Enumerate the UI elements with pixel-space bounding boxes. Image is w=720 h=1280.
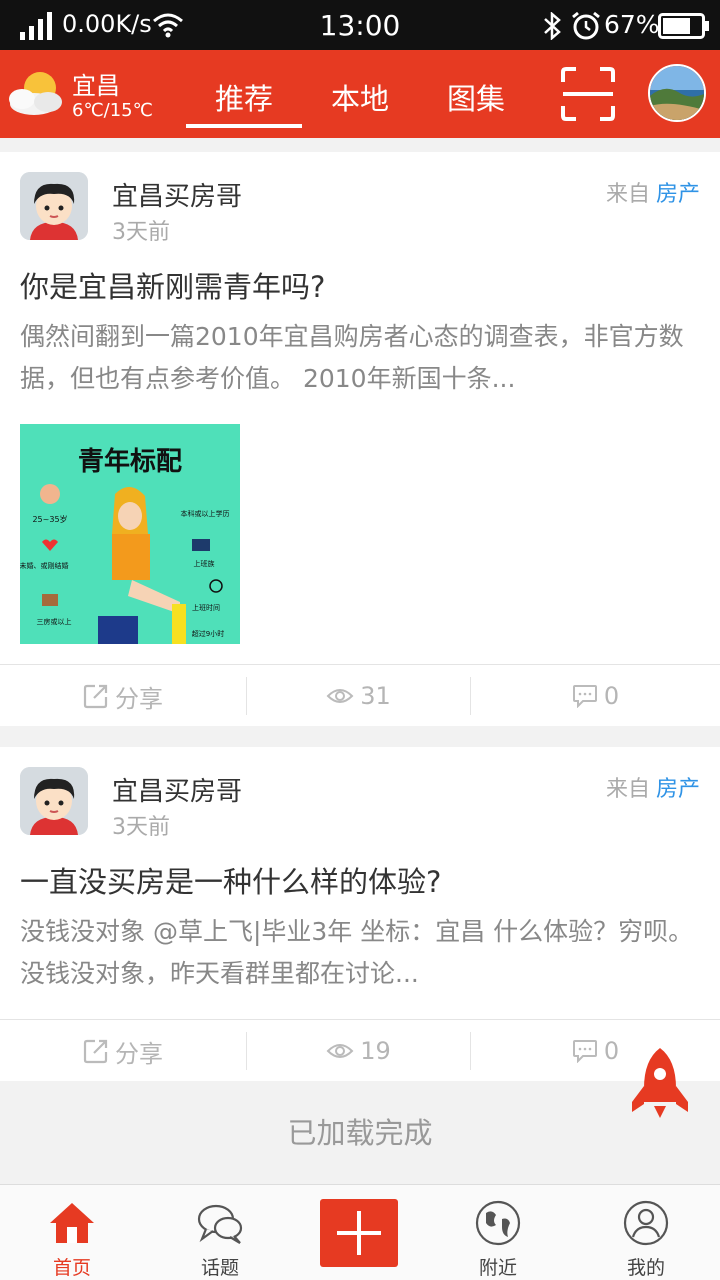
home-icon [50, 1203, 94, 1243]
top-header: 宜昌 6℃/15℃ 推荐 本地 图集 [0, 50, 720, 138]
post-actions: 分享 31 0 [0, 664, 720, 726]
image-label: 三房或以上 [37, 617, 72, 626]
nav-topics-label: 话题 [200, 1257, 239, 1279]
bluetooth-icon [544, 12, 561, 40]
post-image[interactable]: 青年标配 25~35岁 未婚、或刚结婚 三房或以上 本科或以上学历 上班族 上班… [20, 424, 240, 644]
landscape-avatar-image [650, 66, 704, 120]
active-tab-indicator [186, 124, 302, 128]
views-count: 19 [247, 1020, 470, 1082]
image-caption: 青年标配 [78, 446, 182, 477]
status-bar: 0.00K/s 13:00 67% [0, 0, 720, 50]
load-complete-text: 已加载完成 [0, 1081, 720, 1185]
share-label: 分享 [115, 1039, 163, 1068]
share-button[interactable]: 分享 [0, 1020, 246, 1082]
comment-button[interactable]: 0 [471, 665, 720, 727]
bottom-navigation: 首页 话题 附近 我的 [0, 1184, 720, 1280]
comment-icon [572, 685, 597, 708]
comments-value: 0 [603, 682, 620, 710]
image-label: 25~35岁 [32, 514, 67, 524]
post-source: 来自 房产 [606, 176, 700, 208]
post-title[interactable]: 你是宜昌新刚需青年吗? [20, 264, 325, 306]
share-icon [83, 1039, 108, 1064]
post-excerpt[interactable]: 偶然间翻到一篇2010年宜昌购房者心态的调查表，非官方数据，但也有点参考价值。 … [20, 316, 700, 400]
share-button[interactable]: 分享 [0, 665, 246, 727]
author-avatar[interactable] [20, 767, 88, 835]
category-link[interactable]: 房产 [656, 182, 700, 207]
chat-bubbles-icon [197, 1204, 243, 1244]
eye-icon [326, 689, 354, 703]
cartoon-boy-avatar-image [20, 172, 88, 240]
views-value: 19 [360, 1037, 391, 1065]
author-avatar[interactable] [20, 172, 88, 240]
battery-icon [658, 13, 709, 39]
views-value: 31 [360, 682, 391, 710]
share-icon [83, 684, 108, 709]
eye-icon [326, 1044, 354, 1058]
post-card[interactable]: 宜昌买房哥 3天前 来自 房产 你是宜昌新刚需青年吗? 偶然间翻到一篇2010年宜… [0, 152, 720, 726]
post-title[interactable]: 一直没买房是一种什么样的体验? [20, 859, 441, 901]
user-icon [623, 1200, 669, 1246]
rocket-back-to-top-icon[interactable] [630, 1046, 690, 1124]
nav-me-label: 我的 [626, 1257, 665, 1279]
cartoon-boy-avatar-image [20, 767, 88, 835]
nav-home-label: 首页 [52, 1257, 91, 1279]
alarm-icon [572, 11, 600, 40]
post-time: 3天前 [112, 815, 170, 840]
post-source: 来自 房产 [606, 771, 700, 803]
nav-nearby-label: 附近 [478, 1257, 517, 1279]
infographic-illustration: 青年标配 25~35岁 未婚、或刚结婚 三房或以上 本科或以上学历 上班族 上班… [20, 424, 240, 644]
author-name[interactable]: 宜昌买房哥 [112, 771, 242, 808]
comment-icon [572, 1040, 597, 1063]
globe-icon [475, 1200, 521, 1246]
image-label: 上班族 [194, 559, 215, 568]
nav-me[interactable]: 我的 [574, 1185, 718, 1280]
source-prefix: 来自 [605, 777, 650, 802]
source-prefix: 来自 [605, 182, 650, 207]
nav-topics[interactable]: 话题 [148, 1185, 292, 1280]
post-time: 3天前 [112, 220, 170, 245]
image-label: 上班时间 [192, 603, 220, 612]
tab-gallery[interactable]: 图集 [418, 76, 534, 118]
scan-icon[interactable] [560, 66, 616, 122]
nav-home[interactable]: 首页 [0, 1185, 144, 1280]
weather-cloudy-sun-icon [9, 72, 62, 115]
views-count: 31 [247, 665, 470, 727]
nav-nearby[interactable]: 附近 [426, 1185, 570, 1280]
author-name[interactable]: 宜昌买房哥 [112, 176, 242, 213]
category-link[interactable]: 房产 [656, 777, 700, 802]
post-excerpt[interactable]: 没钱没对象 @草上飞|毕业3年 坐标：宜昌 什么体验？穷呗。没钱没对象，昨天看群… [20, 911, 700, 995]
post-actions: 分享 19 0 [0, 1019, 720, 1081]
battery-percent: 67% [604, 10, 660, 39]
tab-recommend[interactable]: 推荐 [186, 76, 302, 118]
add-post-button[interactable] [320, 1199, 398, 1267]
comments-value: 0 [603, 1037, 620, 1065]
user-avatar[interactable] [648, 64, 706, 122]
share-label: 分享 [115, 684, 163, 713]
image-label: 本科或以上学历 [181, 509, 230, 518]
image-label: 超过9小时 [192, 629, 224, 638]
weather-temperature: 6℃/15℃ [72, 100, 153, 121]
weather-city[interactable]: 宜昌 [72, 66, 120, 101]
image-label: 未婚、或刚结婚 [20, 561, 69, 570]
post-card[interactable]: 宜昌买房哥 3天前 来自 房产 一直没买房是一种什么样的体验? 没钱没对象 @草上… [0, 747, 720, 1081]
tab-local[interactable]: 本地 [302, 76, 418, 118]
plus-icon [337, 1211, 381, 1255]
